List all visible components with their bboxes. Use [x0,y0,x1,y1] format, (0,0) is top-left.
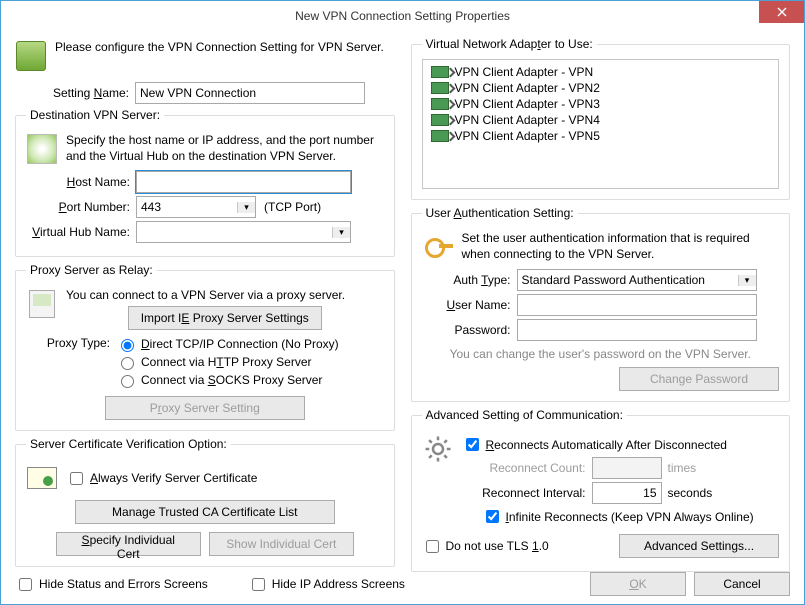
auth-type-select[interactable]: Standard Password Authentication ▾ [517,269,757,291]
advanced-settings-button[interactable]: Advanced Settings... [619,534,779,558]
cancel-button[interactable]: Cancel [694,572,790,596]
import-proxy-button[interactable]: Import IE Proxy Server Settings [128,306,322,330]
vhub-select[interactable]: ▾ [136,221,351,243]
manage-ca-button[interactable]: Manage Trusted CA Certificate List [75,500,335,524]
chevron-down-icon: ▾ [738,275,756,286]
reconnect-interval-label: Reconnect Interval: [462,486,592,500]
reconnect-count-label: Reconnect Count: [462,461,592,475]
proxy-http-radio[interactable] [121,357,134,370]
host-label: Host Name: [26,175,136,189]
auth-group: User Authentication Setting: Set the use… [411,206,791,402]
password-label: Password: [422,323,517,337]
nic-icon [431,98,449,110]
password-note: You can change the user's password on th… [422,347,780,361]
chevron-down-icon: ▾ [237,202,255,213]
proxy-server-setting-button[interactable]: Proxy Server Setting [105,396,305,420]
proxy-type-label: Proxy Type: [26,334,116,350]
hide-status-checkbox[interactable] [19,578,32,591]
setting-name-label: Setting Name: [15,86,135,100]
vhub-label: Virtual Hub Name: [26,225,136,239]
proxy-http-label: Connect via HTTP Proxy Server [141,355,312,369]
user-name-label: User Name: [422,298,517,312]
user-name-input[interactable] [517,294,757,316]
hide-ip-checkbox[interactable] [252,578,265,591]
hide-status-label: Hide Status and Errors Screens [39,577,208,591]
left-column: Please configure the VPN Connection Sett… [15,37,395,578]
proxy-legend: Proxy Server as Relay: [26,263,157,277]
setting-name-input[interactable] [135,82,365,104]
list-item[interactable]: VPN Client Adapter - VPN [427,64,775,80]
always-verify-label: Always Verify Server Certificate [90,471,257,485]
window-title: New VPN Connection Setting Properties [1,9,804,23]
adapter-list[interactable]: VPN Client Adapter - VPN VPN Client Adap… [422,59,780,189]
port-label: Port Number: [26,200,136,214]
reconnect-auto-label: Reconnects Automatically After Disconnec… [486,438,727,452]
specify-cert-button[interactable]: Specify Individual Cert [56,532,201,556]
proxy-direct-label: Direct TCP/IP Connection (No Proxy) [141,337,339,351]
intro-text: Please configure the VPN Connection Sett… [55,40,384,54]
list-item[interactable]: VPN Client Adapter - VPN3 [427,96,775,112]
cert-legend: Server Certificate Verification Option: [26,437,231,451]
nic-icon [431,82,449,94]
chevron-down-icon: ▾ [332,227,350,238]
cert-group: Server Certificate Verification Option: … [15,437,395,567]
no-tls-checkbox[interactable] [426,540,439,553]
proxy-socks-radio[interactable] [121,375,134,388]
hide-ip-label: Hide IP Address Screens [272,577,405,591]
key-icon [422,231,454,263]
list-item[interactable]: VPN Client Adapter - VPN4 [427,112,775,128]
advanced-legend: Advanced Setting of Communication: [422,408,627,422]
password-input[interactable] [517,319,757,341]
destination-legend: Destination VPN Server: [26,108,164,122]
certificate-icon [26,462,58,494]
reconnect-interval-input[interactable] [592,482,662,504]
infinite-reconnect-checkbox[interactable] [486,510,499,523]
adapter-group: Virtual Network Adapter to Use: VPN Clie… [411,37,791,200]
destination-desc: Specify the host name or IP address, and… [66,133,384,164]
proxy-desc: You can connect to a VPN Server via a pr… [66,288,384,302]
nic-icon [431,114,449,126]
window: New VPN Connection Setting Properties Pl… [0,0,805,605]
pc-icon [26,288,58,320]
host-input[interactable] [136,171,351,193]
reconnect-auto-checkbox[interactable] [466,438,479,451]
port-select[interactable]: 443 ▾ [136,196,256,218]
adapter-legend: Virtual Network Adapter to Use: [422,37,597,51]
close-icon [777,7,787,17]
nic-icon [431,66,449,78]
list-item[interactable]: VPN Client Adapter - VPN5 [427,128,775,144]
reconnect-count-suffix: times [668,461,697,475]
auth-legend: User Authentication Setting: [422,206,578,220]
proxy-socks-label: Connect via SOCKS Proxy Server [141,373,322,387]
nic-icon [431,130,449,142]
show-cert-button[interactable]: Show Individual Cert [209,532,354,556]
close-button[interactable] [759,1,804,23]
infinite-reconnect-label: Infinite Reconnects (Keep VPN Always Onl… [506,510,754,524]
app-icon [15,40,47,72]
ok-button[interactable]: OK [590,572,686,596]
footer: Hide Status and Errors Screens Hide IP A… [15,572,790,596]
gear-icon [422,433,454,465]
always-verify-checkbox[interactable] [70,472,83,485]
reconnect-count-input[interactable] [592,457,662,479]
advanced-group: Advanced Setting of Communication: Recon… [411,408,791,572]
change-password-button[interactable]: Change Password [619,367,779,391]
titlebar: New VPN Connection Setting Properties [1,1,804,31]
auth-desc: Set the user authentication information … [462,231,780,262]
destination-group: Destination VPN Server: Specify the host… [15,108,395,257]
right-column: Virtual Network Adapter to Use: VPN Clie… [411,37,791,578]
proxy-direct-radio[interactable] [121,339,134,352]
list-item[interactable]: VPN Client Adapter - VPN2 [427,80,775,96]
reconnect-interval-suffix: seconds [668,486,713,500]
auth-type-label: Auth Type: [422,273,517,287]
no-tls-label: Do not use TLS 1.0 [446,539,549,553]
proxy-group: Proxy Server as Relay: You can connect t… [15,263,395,431]
globe-icon [26,133,58,165]
port-suffix: (TCP Port) [264,200,321,214]
